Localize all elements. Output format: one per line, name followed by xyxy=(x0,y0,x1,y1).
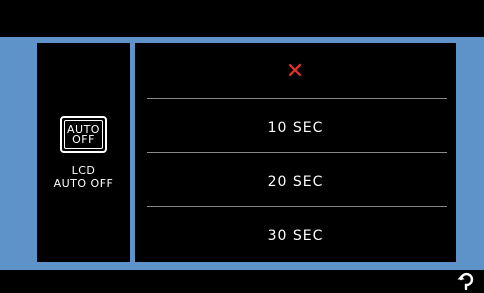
return-arrow-icon[interactable] xyxy=(456,271,476,291)
close-x-icon: ✕ xyxy=(285,59,306,84)
option-10-sec[interactable]: 10 SEC xyxy=(135,101,456,155)
option-30-sec[interactable]: 30 SEC xyxy=(135,209,456,263)
auto-off-icon-text-2: OFF xyxy=(72,132,95,146)
option-separator xyxy=(147,98,447,99)
option-20-sec[interactable]: 20 SEC xyxy=(135,155,456,209)
option-separator xyxy=(147,206,447,207)
setting-title-line-1: LCD xyxy=(71,164,96,177)
auto-off-icon: AUTO OFF xyxy=(60,116,107,153)
auto-off-icon-inner: AUTO OFF xyxy=(64,120,103,149)
setting-title: LCD AUTO OFF xyxy=(37,164,130,190)
options-list: ✕ 10 SEC 20 SEC 30 SEC xyxy=(135,43,456,262)
option-off[interactable]: ✕ xyxy=(135,45,456,99)
setting-title-line-2: AUTO OFF xyxy=(53,177,114,190)
bottom-bar xyxy=(0,270,484,293)
top-status-bar xyxy=(0,0,484,37)
option-label: 20 SEC xyxy=(267,174,324,190)
setting-info-panel: AUTO OFF LCD AUTO OFF xyxy=(37,43,130,262)
option-separator xyxy=(147,152,447,153)
option-label: 30 SEC xyxy=(267,228,324,244)
option-label: 10 SEC xyxy=(267,120,324,136)
